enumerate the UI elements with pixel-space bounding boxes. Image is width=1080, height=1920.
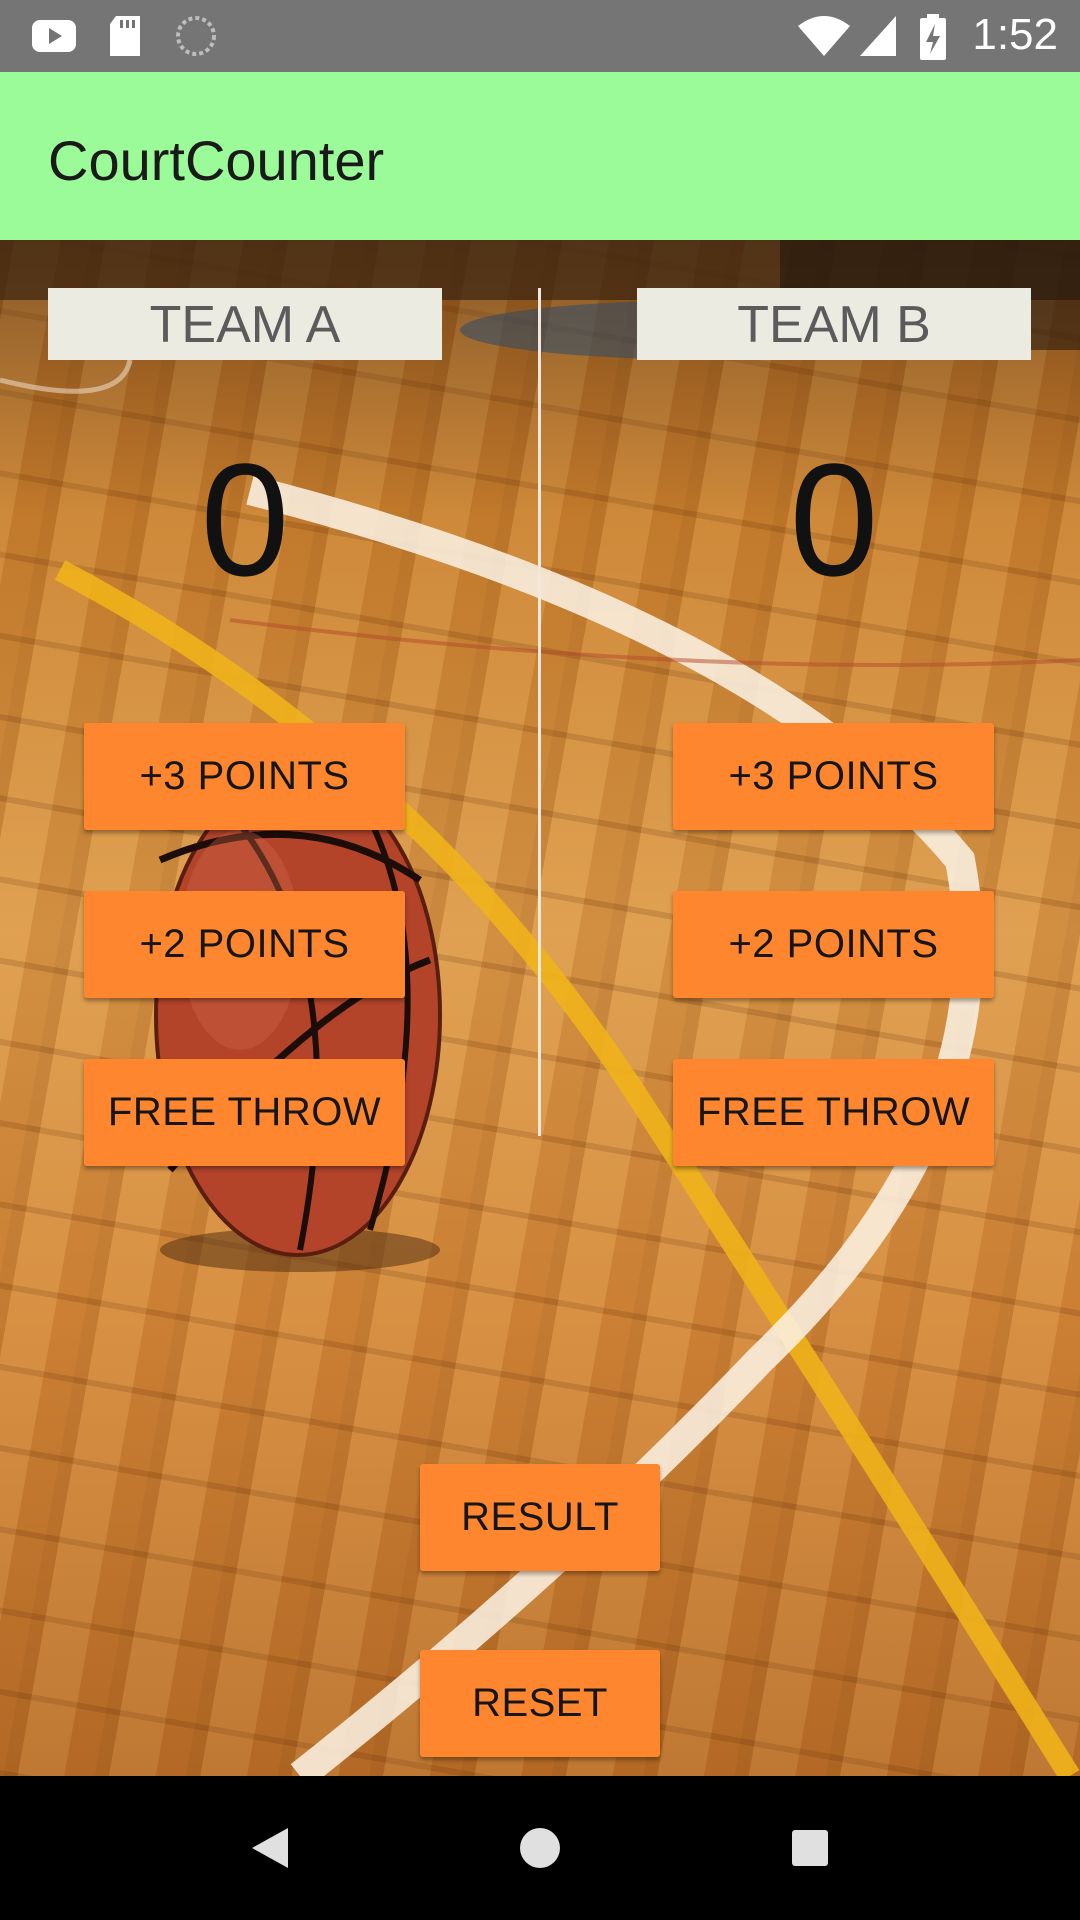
team-a-score: 0	[200, 430, 290, 609]
youtube-icon	[32, 20, 76, 52]
team-b-score: 0	[789, 430, 879, 609]
home-icon[interactable]	[519, 1827, 561, 1869]
sd-card-icon	[110, 16, 140, 56]
status-time: 1:52	[972, 10, 1058, 59]
team-a-plus-3-label: +3 POINTS	[139, 754, 350, 798]
back-icon[interactable]	[248, 1826, 290, 1870]
signal-icon	[860, 16, 896, 56]
result-label: RESULT	[461, 1495, 619, 1539]
team-b-plus-2-button[interactable]: +2 POINTS	[673, 891, 994, 998]
reset-label: RESET	[472, 1681, 608, 1725]
team-b-plus-3-button[interactable]: +3 POINTS	[673, 723, 994, 830]
team-a-plus-2-button[interactable]: +2 POINTS	[84, 891, 405, 998]
battery-charging-icon	[920, 14, 946, 60]
team-b-free-throw-button[interactable]: FREE THROW	[673, 1059, 994, 1166]
team-a-plus-2-label: +2 POINTS	[139, 922, 350, 966]
team-a-free-throw-button[interactable]: FREE THROW	[84, 1059, 405, 1166]
wifi-icon	[798, 16, 850, 56]
team-divider	[538, 288, 541, 1136]
team-b-plus-3-label: +3 POINTS	[728, 754, 939, 798]
team-b-plus-2-label: +2 POINTS	[728, 922, 939, 966]
reset-button[interactable]: RESET	[420, 1650, 660, 1757]
team-b-label: TEAM B	[637, 288, 1031, 360]
app-bar: CourtCounter	[0, 72, 1080, 240]
team-a-label: TEAM A	[48, 288, 442, 360]
team-b-free-throw-label: FREE THROW	[696, 1090, 971, 1134]
team-a-free-throw-label: FREE THROW	[107, 1090, 382, 1134]
result-button[interactable]: RESULT	[420, 1464, 660, 1571]
app-title: CourtCounter	[48, 129, 385, 192]
team-a-plus-3-button[interactable]: +3 POINTS	[84, 723, 405, 830]
court-background: TEAM A 0 +3 POINTS +2 POINTS FREE THROW …	[0, 240, 1080, 1776]
status-bar: 1:52	[0, 0, 1080, 72]
nav-bar	[0, 1776, 1080, 1920]
recents-icon[interactable]	[791, 1829, 829, 1867]
basketball-image	[154, 773, 442, 1272]
loading-icon	[176, 16, 216, 56]
